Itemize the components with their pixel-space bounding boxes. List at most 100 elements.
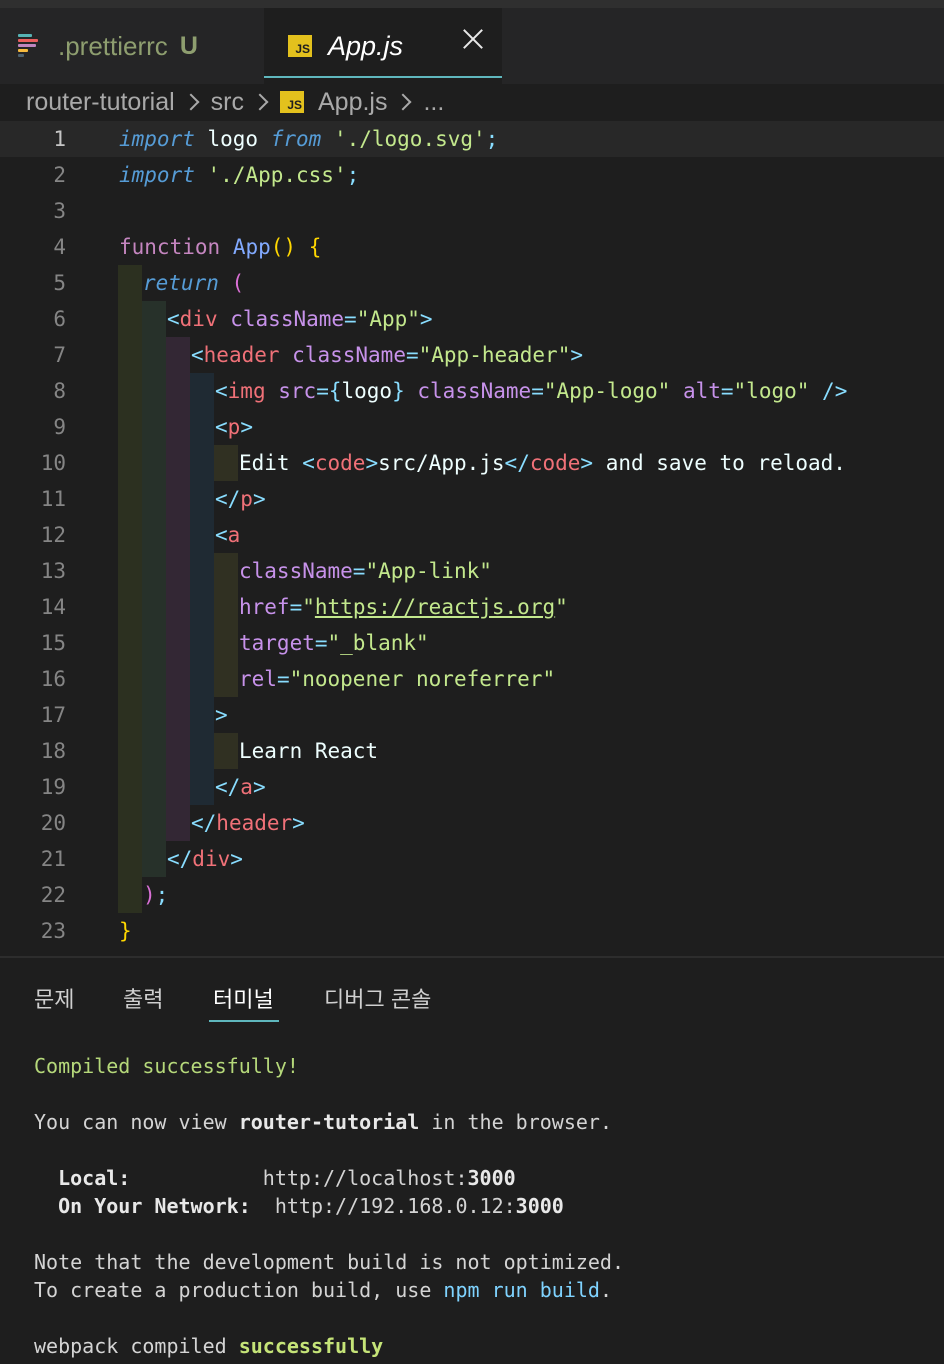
line-number: 9 (53, 415, 66, 439)
indent-guide (118, 697, 142, 733)
indent-guide (166, 625, 190, 661)
chevron-right-icon (394, 93, 412, 111)
token: p (227, 415, 241, 439)
tab-terminal[interactable]: 터미널 (213, 982, 274, 1014)
breadcrumb-item-file[interactable]: App.js (318, 88, 387, 117)
terminal-line: Note that the development build is not o… (34, 1250, 625, 1274)
code-line: 6 <div className="App"> (0, 301, 944, 337)
indent-guide (118, 409, 142, 445)
terminal-line: Compiled successfully! (34, 1054, 299, 1078)
line-number: 2 (53, 163, 66, 187)
token: > (292, 811, 305, 835)
token: = (720, 379, 734, 403)
line-number: 22 (40, 883, 66, 907)
code-text: </p> (215, 481, 266, 517)
code-line: 19 </a> (0, 769, 944, 805)
close-icon[interactable] (462, 28, 484, 50)
terminal-text: . (599, 1278, 612, 1302)
token: "_blank" (327, 631, 429, 655)
indent-guide (166, 373, 190, 409)
indent-guide (118, 373, 142, 409)
token: > (240, 415, 253, 439)
token: App (232, 235, 271, 259)
token: href (239, 595, 290, 619)
code-line: 1 import logo from './logo.svg'; (0, 121, 944, 157)
breadcrumb-item-project[interactable]: router-tutorial (26, 88, 175, 117)
token: function (119, 235, 221, 259)
indent-guide (142, 625, 166, 661)
code-line: 21 </div> (0, 841, 944, 877)
code-text: return ( (143, 265, 244, 301)
indent-guide (118, 769, 142, 805)
line-number: 20 (40, 811, 66, 835)
tab-prettierrc[interactable]: .prettierrc U (0, 8, 264, 84)
indent-guide (166, 445, 190, 481)
token: </ (504, 451, 530, 475)
code-line: 15 target="_blank" (0, 625, 944, 661)
tab-label: .prettierrc (58, 30, 168, 61)
indent-guide (166, 409, 190, 445)
token: </ (215, 487, 241, 511)
token: } (119, 919, 132, 943)
network-url[interactable]: http://192.168.0.12: (275, 1194, 516, 1218)
indent-guide (166, 769, 190, 805)
token: div (179, 307, 218, 331)
code-text: className="App-link" (239, 553, 492, 589)
code-line: 20 </header> (0, 805, 944, 841)
indent-guide (166, 589, 190, 625)
token: ( (231, 271, 245, 295)
token: from (270, 127, 322, 151)
code-line: 13 className="App-link" (0, 553, 944, 589)
token: < (302, 451, 315, 475)
tab-output[interactable]: 출력 (123, 982, 163, 1014)
token: < (215, 415, 228, 439)
code-text: </header> (191, 805, 305, 841)
terminal-text: in the browser. (419, 1110, 612, 1134)
code-text: function App() { (119, 229, 321, 265)
token: src (278, 379, 317, 403)
token: "logo" (733, 379, 810, 403)
breadcrumb-item-folder[interactable]: src (211, 88, 244, 117)
token: logo (341, 379, 393, 403)
local-url[interactable]: http://localhost: (263, 1166, 468, 1190)
indent-guide (166, 553, 190, 589)
terminal-text: webpack compiled (34, 1334, 239, 1358)
webpack-status: successfully (238, 1334, 384, 1358)
indent-guide (142, 805, 166, 841)
indent-guide (142, 769, 166, 805)
tab-debug-console[interactable]: 디버그 콘솔 (324, 982, 431, 1014)
token: ; (485, 127, 499, 151)
terminal-output[interactable]: Compiled successfully! You can now view … (34, 1052, 624, 1364)
token: import (119, 163, 195, 187)
token: > (419, 307, 433, 331)
indent-guide (142, 553, 166, 589)
local-port: 3000 (467, 1166, 516, 1190)
token: = (531, 379, 544, 403)
indent-guide (142, 841, 166, 877)
breadcrumb-item-symbols[interactable]: ... (423, 88, 444, 117)
token: a (227, 523, 241, 547)
code-line: 22 ); (0, 877, 944, 913)
tab-problems[interactable]: 문제 (34, 982, 74, 1014)
url-link[interactable]: https://reactjs.org (315, 595, 555, 619)
indent-guide (166, 337, 190, 373)
token: "App-link" (365, 559, 492, 583)
code-editor[interactable]: 1 import logo from './logo.svg'; 2 impor… (0, 121, 944, 949)
indent-guide (118, 841, 142, 877)
token: "noopener noreferrer" (289, 667, 556, 691)
tab-app-js[interactable]: JS App.js (264, 8, 502, 84)
token: > (252, 775, 266, 799)
token: } (392, 379, 405, 403)
bottom-panel: 문제 출력 터미널 디버그 콘솔 Compiled successfully! … (0, 956, 944, 1364)
network-port: 3000 (515, 1194, 564, 1218)
indent-guide (166, 733, 190, 769)
indent-guide (190, 589, 214, 625)
token: img (227, 379, 266, 403)
code-text: </div> (167, 841, 243, 877)
